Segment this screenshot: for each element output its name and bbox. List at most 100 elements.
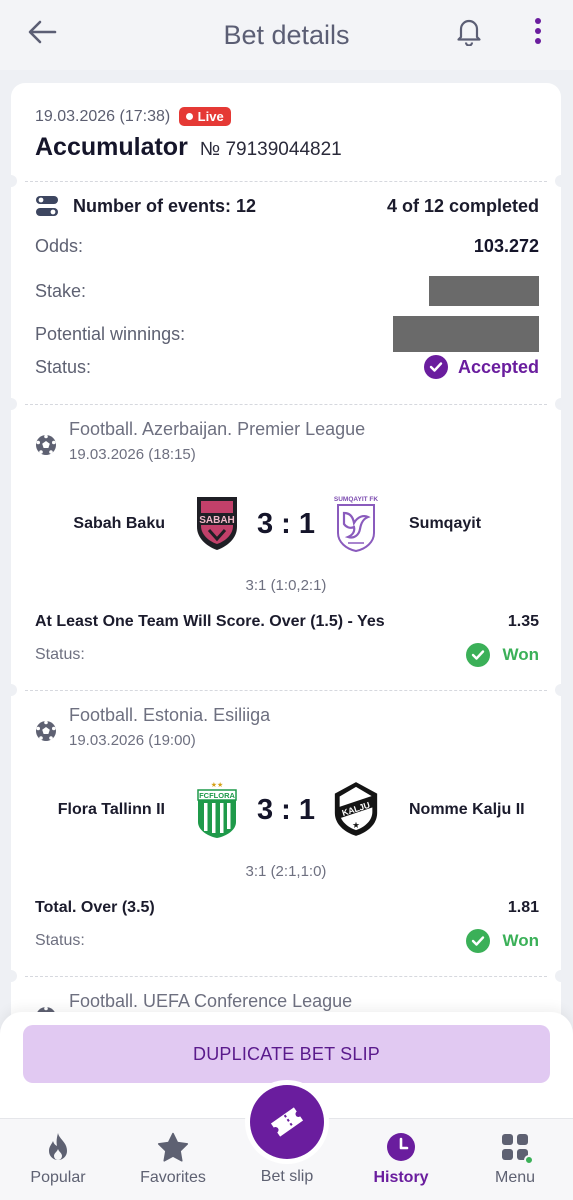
toggle-list-icon	[36, 196, 58, 216]
flame-icon	[49, 1133, 67, 1160]
market-odd: 1.35	[507, 613, 539, 630]
event-status-text: Won	[502, 645, 539, 664]
nav-betslip-label: Bet slip	[260, 1168, 314, 1185]
svg-text:★: ★	[352, 821, 360, 831]
bet-status-text: Accepted	[457, 356, 539, 377]
event-score: 3 : 1	[256, 508, 316, 540]
market-row: Total. Over (3.5) 1.81	[35, 899, 539, 917]
nav-favorites[interactable]: Favorites	[118, 1119, 228, 1200]
stake-label: Stake:	[35, 280, 87, 301]
check-circle-icon	[423, 355, 448, 379]
events-completed: 4 of 12 completed	[386, 195, 539, 216]
market-name: At Least One Team Will Score. Over (1.5)…	[35, 613, 385, 630]
nav-history[interactable]: History	[346, 1119, 456, 1200]
stake-redacted	[429, 276, 539, 306]
bet-datetime: 19.03.2026 (17:38)	[35, 107, 171, 125]
away-logo-text: SUMQAYIT FK	[334, 496, 378, 503]
away-team: Sumqayit	[409, 515, 482, 532]
divider	[25, 181, 547, 182]
away-team-logo: SUMQAYIT FK	[331, 493, 381, 553]
bet-details-card: 19.03.2026 (17:38) Live Accumulator № 79…	[11, 83, 561, 1083]
away-team-logo: KALJU ★	[331, 779, 381, 839]
league-name: Football. Estonia. Esiliiga	[69, 705, 271, 725]
divider	[25, 976, 547, 977]
ticket-notch	[555, 398, 561, 410]
event-status-value: Won	[466, 929, 539, 953]
bet-header: 19.03.2026 (17:38) Live	[35, 107, 231, 126]
events-summary-row[interactable]: Number of events: 12 4 of 12 completed	[35, 195, 539, 217]
potential-winnings-row: Potential winnings:	[35, 316, 539, 352]
potential-winnings-redacted	[393, 316, 539, 352]
odds-value: 103.272	[473, 236, 539, 256]
home-team: Sabah Baku	[73, 515, 165, 532]
event-date: 19.03.2026 (18:15)	[69, 446, 196, 463]
ticket-notch	[555, 684, 561, 696]
bet-type: Accumulator	[35, 133, 188, 161]
check-circle-icon	[466, 929, 491, 953]
event-date: 19.03.2026 (19:00)	[69, 732, 196, 749]
page-title: Bet details	[223, 19, 350, 50]
away-team: Nomme Kalju II	[409, 801, 525, 818]
ticket-notch	[11, 684, 17, 696]
market-name: Total. Over (3.5)	[35, 899, 155, 916]
notifications-button[interactable]	[450, 12, 488, 50]
star-icon	[157, 1132, 189, 1162]
nav-menu-label: Menu	[494, 1169, 536, 1186]
nav-favorites-label: Favorites	[140, 1169, 206, 1186]
bet-status-label: Status:	[35, 356, 92, 377]
bet-status-value: Accepted	[423, 355, 539, 379]
ticket-icon	[270, 1107, 304, 1137]
soccer-ball-icon	[36, 434, 56, 455]
nav-popular[interactable]: Popular	[3, 1119, 113, 1200]
live-badge: Live	[178, 107, 231, 126]
odds-label: Odds:	[35, 236, 84, 256]
event-status-label: Status:	[35, 646, 85, 663]
ticket-notch	[555, 970, 561, 982]
bet-title-row: Accumulator № 79139044821	[35, 133, 342, 162]
market-odd: 1.81	[507, 899, 539, 916]
nav-popular-label: Popular	[30, 1169, 86, 1186]
odds-row: Odds: 103.272	[35, 236, 539, 257]
divider	[25, 404, 547, 405]
events-count: Number of events: 12	[73, 195, 257, 216]
live-label: Live	[197, 109, 224, 124]
live-dot-icon	[185, 113, 193, 120]
soccer-ball-icon	[36, 720, 56, 741]
nav-menu[interactable]: Menu	[460, 1119, 570, 1200]
ticket-notch	[11, 398, 17, 410]
clock-icon	[387, 1133, 415, 1161]
market-row: At Least One Team Will Score. Over (1.5)…	[35, 613, 539, 631]
event-status-label: Status:	[35, 932, 85, 949]
divider	[25, 690, 547, 691]
bet-status-row: Status: Accepted	[35, 355, 539, 379]
more-options-button[interactable]	[522, 12, 554, 50]
ticket-notch	[11, 970, 17, 982]
event-subscore: 3:1 (1:0,2:1)	[245, 577, 327, 594]
stake-row: Stake:	[35, 276, 539, 306]
event-status-row: Status: Won	[35, 643, 539, 667]
event-subscore: 3:1 (2:1,1:0)	[245, 863, 327, 880]
event-item[interactable]: Football. Azerbaijan. Premier League 19.…	[11, 419, 561, 684]
bet-slip-button[interactable]	[250, 1085, 324, 1159]
check-circle-icon	[466, 643, 491, 667]
nav-history-label: History	[373, 1169, 429, 1186]
more-vert-icon	[535, 18, 541, 44]
back-arrow-icon	[28, 20, 57, 44]
event-status-value: Won	[466, 643, 539, 667]
event-status-text: Won	[502, 931, 539, 950]
potential-winnings-label: Potential winnings:	[35, 323, 186, 344]
league-row: Football. Estonia. Esiliiga 19.03.2026 (…	[35, 705, 270, 749]
league-name: Football. UEFA Conference League	[69, 991, 353, 1011]
duplicate-bet-slip-button[interactable]: DUPLICATE BET SLIP	[23, 1025, 550, 1083]
ticket-notch	[11, 175, 17, 187]
event-status-row: Status: Won	[35, 929, 539, 953]
notification-dot	[524, 1155, 534, 1165]
event-item[interactable]: Football. Estonia. Esiliiga 19.03.2026 (…	[11, 705, 561, 970]
back-button[interactable]	[22, 14, 62, 50]
league-row: Football. Azerbaijan. Premier League 19.…	[35, 419, 365, 463]
bell-icon	[457, 19, 481, 46]
league-name: Football. Azerbaijan. Premier League	[69, 419, 366, 439]
bet-number[interactable]: № 79139044821	[200, 139, 342, 161]
top-bar: Bet details	[0, 0, 573, 70]
svg-text:★★: ★★	[211, 781, 224, 789]
